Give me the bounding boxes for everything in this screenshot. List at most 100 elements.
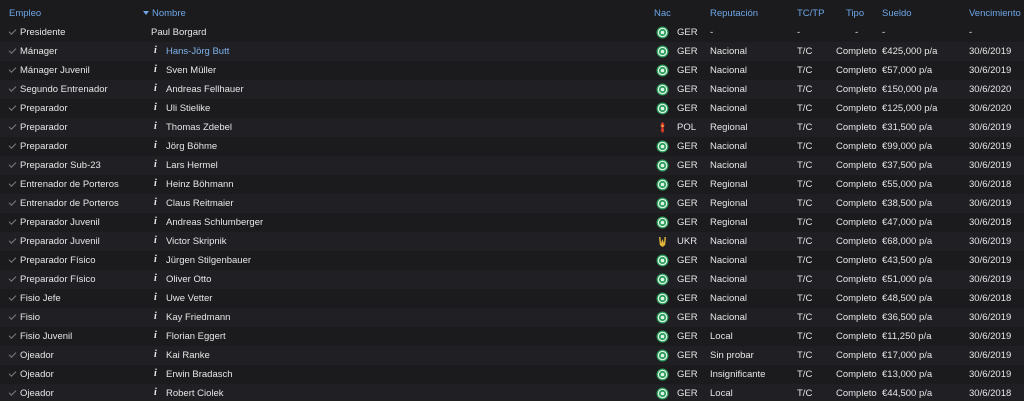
table-row[interactable]: Preparador i Thomas Zdebel POL Regional T/C Co… (0, 118, 1024, 137)
row-empleo: Preparador (20, 141, 68, 152)
check-icon (8, 65, 17, 73)
table-row[interactable]: Entrenador de Porteros i Claus Reitmaier GE… (0, 194, 1024, 213)
info-icon[interactable]: i (154, 197, 157, 208)
info-icon[interactable]: i (154, 387, 157, 398)
table-row[interactable]: Preparador Físico i Jürgen Stilgenbauer GER… (0, 251, 1024, 270)
row-tipo: Completo (836, 84, 877, 95)
row-sueldo: €150,000 p/a (882, 84, 938, 95)
info-icon[interactable]: i (154, 254, 157, 265)
table-row[interactable]: Entrenador de Porteros i Heinz Böhmann GER R… (0, 175, 1024, 194)
flag-pol-icon (656, 121, 669, 134)
row-nombre[interactable]: Claus Reitmaier (166, 198, 234, 209)
row-nombre[interactable]: Jürgen Stilgenbauer (166, 255, 251, 266)
column-header-tipo[interactable]: Tipo (846, 8, 864, 19)
row-nombre[interactable]: Kay Friedmann (166, 312, 230, 323)
table-row[interactable]: Presidente Paul Borgard GER - - - - - (0, 23, 1024, 42)
row-tipo: Completo (836, 179, 877, 190)
info-icon[interactable]: i (154, 349, 157, 360)
row-nombre[interactable]: Andreas Schlumberger (166, 217, 263, 228)
flag-ger-icon (656, 330, 669, 343)
check-icon (8, 331, 17, 339)
row-tctp: T/C (797, 103, 813, 114)
info-icon[interactable]: i (154, 216, 157, 227)
column-header-reputacion[interactable]: Reputación (710, 8, 758, 19)
info-icon[interactable]: i (154, 121, 157, 132)
row-nombre[interactable]: Sven Müller (166, 65, 216, 76)
table-row[interactable]: Fisio i Kay Friedmann GER Nacional T/C Complet… (0, 308, 1024, 327)
info-icon[interactable]: i (154, 330, 157, 341)
table-row[interactable]: Ojeador i Erwin Bradasch GER Insignificante T… (0, 365, 1024, 384)
row-nombre[interactable]: Heinz Böhmann (166, 179, 234, 190)
row-sueldo: €31,500 p/a (882, 122, 933, 133)
row-reputacion: Nacional (710, 255, 747, 266)
row-nombre[interactable]: Robert Ciolek (166, 388, 224, 399)
row-nombre[interactable]: Florian Eggert (166, 331, 226, 342)
info-icon[interactable]: i (154, 273, 157, 284)
info-icon[interactable]: i (154, 83, 157, 94)
column-header-nombre[interactable]: Nombre (152, 8, 186, 19)
row-nombre[interactable]: Jörg Böhme (166, 141, 217, 152)
table-row[interactable]: Preparador Sub-23 i Lars Hermel GER Nacional… (0, 156, 1024, 175)
row-nac: GER (677, 179, 698, 190)
info-icon[interactable]: i (154, 311, 157, 322)
column-header-tctp[interactable]: TC/TP (797, 8, 824, 19)
info-icon[interactable]: i (154, 292, 157, 303)
row-nombre[interactable]: Hans-Jörg Butt (166, 46, 229, 57)
table-row[interactable]: Fisio Juvenil i Florian Eggert GER Local T/C C… (0, 327, 1024, 346)
table-row[interactable]: Mánager Juvenil i Sven Müller GER Nacional T/… (0, 61, 1024, 80)
row-nac: GER (677, 331, 698, 342)
info-icon[interactable]: i (154, 178, 157, 189)
row-nombre[interactable]: Paul Borgard (151, 27, 206, 38)
flag-ger-icon (656, 197, 669, 210)
table-row[interactable]: Mánager i Hans-Jörg Butt GER Nacional T/C Comp… (0, 42, 1024, 61)
info-icon[interactable]: i (154, 235, 157, 246)
table-row[interactable]: Fisio Jefe i Uwe Vetter GER Nacional T/C Compl… (0, 289, 1024, 308)
info-icon[interactable]: i (154, 159, 157, 170)
row-nombre[interactable]: Victor Skripnik (166, 236, 227, 247)
table-header: Empleo Nombre Nac Reputación TC/TP Tipo … (0, 0, 1024, 23)
column-header-empleo[interactable]: Empleo (9, 8, 41, 19)
check-icon (8, 255, 17, 263)
row-vencimiento: 30/6/2019 (969, 141, 1012, 152)
info-icon[interactable]: i (154, 45, 157, 56)
row-sueldo: €37,500 p/a (882, 160, 933, 171)
info-icon[interactable]: i (154, 102, 157, 113)
check-icon (8, 141, 17, 149)
table-row[interactable]: Preparador Físico i Oliver Otto GER Nacional… (0, 270, 1024, 289)
table-row[interactable]: Preparador Juvenil i Andreas Schlumberger G… (0, 213, 1024, 232)
row-nombre[interactable]: Oliver Otto (166, 274, 211, 285)
row-reputacion: Insignificante (710, 369, 766, 380)
row-nombre[interactable]: Thomas Zdebel (166, 122, 232, 133)
column-header-vencimiento[interactable]: Vencimiento (969, 8, 1021, 19)
row-vencimiento: 30/6/2019 (969, 274, 1012, 285)
row-reputacion: Local (710, 388, 733, 399)
row-nac: GER (677, 369, 698, 380)
check-icon (8, 46, 17, 54)
row-tctp: T/C (797, 312, 813, 323)
info-icon[interactable]: i (154, 64, 157, 75)
table-row[interactable]: Segundo Entrenador i Andreas Fellhauer GER N… (0, 80, 1024, 99)
row-tipo: Completo (836, 388, 877, 399)
table-row[interactable]: Ojeador i Kai Ranke GER Sin probar T/C Complet… (0, 346, 1024, 365)
row-nombre[interactable]: Uli Stielike (166, 103, 210, 114)
table-row[interactable]: Ojeador i Robert Ciolek GER Local T/C Completo… (0, 384, 1024, 401)
table-row[interactable]: Preparador Juvenil i Victor Skripnik UKR Nac… (0, 232, 1024, 251)
table-row[interactable]: Preparador i Uli Stielike GER Nacional T/C Com… (0, 99, 1024, 118)
row-reputacion: Regional (710, 217, 748, 228)
row-nac: GER (677, 65, 698, 76)
row-nombre[interactable]: Kai Ranke (166, 350, 210, 361)
table-row[interactable]: Preparador i Jörg Böhme GER Nacional T/C Compl… (0, 137, 1024, 156)
row-nombre[interactable]: Erwin Bradasch (166, 369, 233, 380)
row-nombre[interactable]: Andreas Fellhauer (166, 84, 244, 95)
row-tctp: T/C (797, 388, 813, 399)
row-empleo: Mánager (20, 46, 58, 57)
info-icon[interactable]: i (154, 140, 157, 151)
row-nombre[interactable]: Lars Hermel (166, 160, 218, 171)
info-icon[interactable]: i (154, 368, 157, 379)
row-tctp: T/C (797, 160, 813, 171)
column-header-sueldo[interactable]: Sueldo (882, 8, 912, 19)
column-header-nac[interactable]: Nac (654, 8, 671, 19)
check-icon (8, 293, 17, 301)
row-nombre[interactable]: Uwe Vetter (166, 293, 212, 304)
flag-ger-icon (656, 387, 669, 400)
